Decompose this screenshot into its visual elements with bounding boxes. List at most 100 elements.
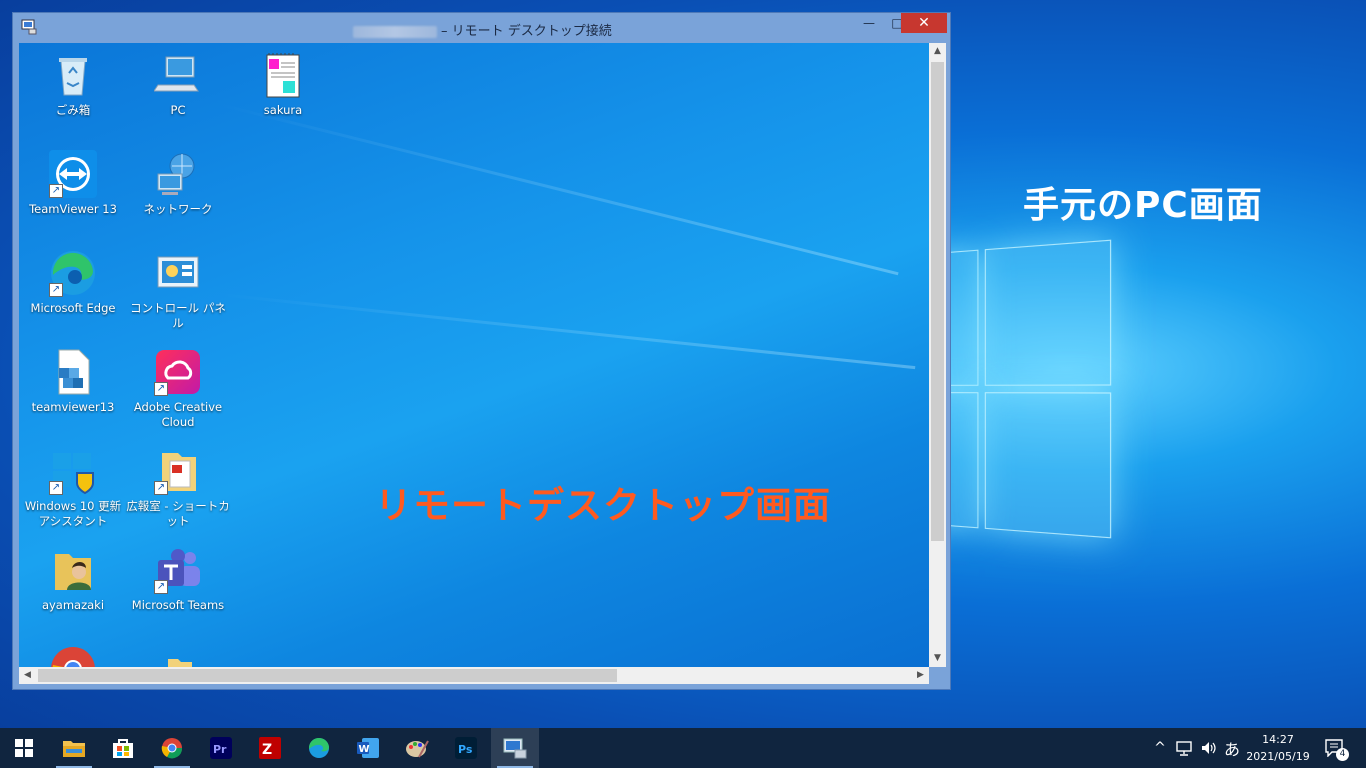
show-hidden-icons-button[interactable]: ^ [1150, 728, 1170, 768]
taskbar: Pr Z W Ps ^ あ 14:27 2021/05/19 4 [0, 728, 1366, 768]
edge-icon: ↗ [49, 249, 97, 297]
close-button[interactable]: ✕ [901, 13, 947, 33]
network-tray-icon[interactable] [1173, 728, 1195, 768]
light-ray [219, 103, 899, 275]
taskbar-explorer[interactable] [50, 728, 98, 768]
taskbar-remote-desktop[interactable] [491, 728, 539, 768]
icon-label: Adobe Creative Cloud [126, 400, 230, 430]
user-folder-icon [49, 546, 97, 594]
explorer-icon [62, 738, 86, 758]
store-icon [112, 737, 134, 759]
svg-text:W: W [359, 744, 370, 755]
taskbar-edge[interactable] [295, 728, 343, 768]
icon-label: TeamViewer 13 [21, 202, 125, 217]
desktop-icon-teamviewer-installer[interactable]: teamviewer13 [21, 348, 125, 415]
remote-desktop-area[interactable]: ごみ箱 ↗ TeamViewer 13 ↗ Microsoft Edge tea… [19, 43, 929, 667]
taskbar-premiere[interactable]: Pr [197, 728, 245, 768]
minimize-button[interactable]: — [855, 13, 883, 33]
scroll-right-icon[interactable]: ▶ [912, 667, 929, 684]
icon-label: Microsoft Teams [126, 598, 230, 613]
notepad-icon [259, 51, 307, 99]
desktop-icon-shortcut-folder[interactable]: ↗ 広報室 - ショートカット [126, 447, 230, 529]
remote-desktop-label: リモートデスクトップ画面 [375, 475, 831, 529]
taskbar-photoshop[interactable]: Ps [442, 728, 490, 768]
desktop-icon-control-panel[interactable]: コントロール パネル [126, 249, 230, 331]
notification-count-badge: 4 [1336, 748, 1349, 761]
desktop-icon-windows-update[interactable]: ↗ Windows 10 更新アシスタント [21, 447, 125, 529]
volume-icon [1200, 740, 1218, 756]
shortcut-arrow-icon: ↗ [154, 580, 168, 594]
scroll-up-icon[interactable]: ▲ [929, 43, 946, 60]
icon-label: ごみ箱 [21, 103, 125, 118]
horizontal-scroll-thumb[interactable] [38, 669, 617, 682]
icon-label: コントロール パネル [126, 301, 230, 331]
network-icon [154, 150, 202, 198]
shortcut-arrow-icon: ↗ [49, 283, 63, 297]
host-pc-label: 手元のPC画面 [1023, 176, 1263, 228]
svg-text:Z: Z [262, 742, 272, 758]
scroll-left-icon[interactable]: ◀ [19, 667, 36, 684]
window-title: – リモート デスクトップ接続 [353, 20, 612, 39]
icon-label: PC [126, 103, 230, 118]
taskbar-filezilla[interactable]: Z [246, 728, 294, 768]
volume-tray-icon[interactable] [1197, 728, 1221, 768]
desktop-icon-recycle-bin[interactable]: ごみ箱 [21, 51, 125, 118]
taskbar-store[interactable] [99, 728, 147, 768]
chrome-icon [161, 737, 183, 759]
desktop-icon-creative-cloud[interactable]: ↗ Adobe Creative Cloud [126, 348, 230, 430]
title-bar[interactable]: – リモート デスクトップ接続 — □ ✕ [13, 13, 950, 43]
icon-label: Microsoft Edge [21, 301, 125, 316]
premiere-icon: Pr [210, 737, 232, 759]
icon-label: ayamazaki [21, 598, 125, 613]
photoshop-icon: Ps [455, 737, 477, 759]
edge-icon [308, 737, 330, 759]
chrome-icon [49, 645, 97, 667]
paint-icon [405, 737, 429, 759]
redacted-host-name [353, 26, 437, 38]
word-icon: W [356, 737, 380, 759]
icon-label: sakura [231, 103, 335, 118]
desktop-icon-user-folder[interactable]: ayamazaki [21, 546, 125, 613]
filezilla-icon: Z [259, 737, 281, 759]
taskbar-paint[interactable] [393, 728, 441, 768]
network-status-icon [1175, 740, 1193, 756]
recycle-bin-icon [49, 51, 97, 99]
control-panel-icon [154, 249, 202, 297]
folder-icon [154, 645, 202, 667]
vertical-scrollbar[interactable]: ▲ ▼ [929, 43, 946, 667]
remote-desktop-icon [503, 737, 527, 759]
rdp-app-icon [21, 19, 37, 35]
desktop-icon-pc[interactable]: PC [126, 51, 230, 118]
installer-icon [49, 348, 97, 396]
vertical-scroll-thumb[interactable] [931, 62, 944, 541]
action-center-button[interactable]: 4 [1320, 728, 1350, 768]
horizontal-scrollbar[interactable]: ◀ ▶ [19, 667, 929, 684]
window-title-text: – リモート デスクトップ接続 [441, 24, 612, 39]
desktop-icon-teams[interactable]: ↗ Microsoft Teams [126, 546, 230, 613]
pc-icon [154, 51, 202, 99]
shortcut-arrow-icon: ↗ [154, 481, 168, 495]
taskbar-chrome[interactable] [148, 728, 196, 768]
desktop-icon-chrome[interactable] [21, 645, 125, 667]
shortcut-arrow-icon: ↗ [49, 481, 63, 495]
clock-date: 2021/05/19 [1236, 748, 1320, 765]
windows-update-icon: ↗ [49, 447, 97, 495]
icon-label: teamviewer13 [21, 400, 125, 415]
desktop-icon-sakura[interactable]: sakura [231, 51, 335, 118]
teamviewer-icon: ↗ [49, 150, 97, 198]
icon-label: Windows 10 更新アシスタント [21, 499, 125, 529]
remote-desktop-window[interactable]: – リモート デスクトップ接続 — □ ✕ ごみ箱 ↗ TeamViewer 1… [12, 12, 951, 690]
desktop-icon-network[interactable]: ネットワーク [126, 150, 230, 217]
shortcut-arrow-icon: ↗ [154, 382, 168, 396]
taskbar-word[interactable]: W [344, 728, 392, 768]
clock[interactable]: 14:27 2021/05/19 [1236, 731, 1320, 765]
desktop-icon-edge[interactable]: ↗ Microsoft Edge [21, 249, 125, 316]
start-button[interactable] [0, 728, 48, 768]
start-icon [15, 739, 33, 757]
desktop-icon-teamviewer[interactable]: ↗ TeamViewer 13 [21, 150, 125, 217]
scroll-down-icon[interactable]: ▼ [929, 650, 946, 667]
svg-text:Ps: Ps [458, 743, 473, 756]
desktop-icon-folder[interactable] [126, 645, 230, 667]
icon-label: ネットワーク [126, 202, 230, 217]
light-ray [219, 293, 915, 369]
